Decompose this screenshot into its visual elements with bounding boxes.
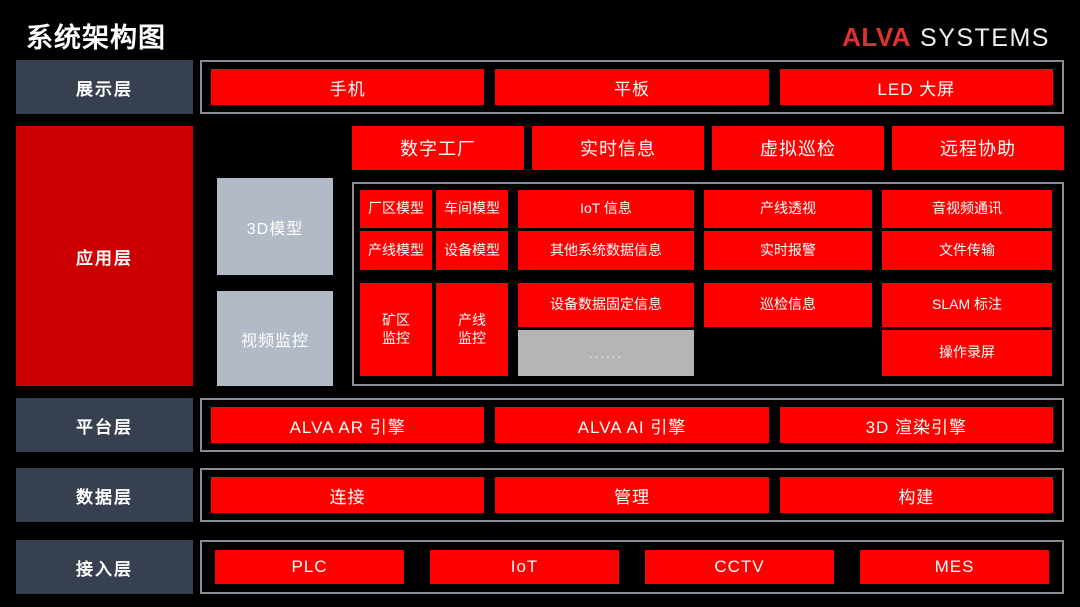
card-access-3[interactable]: MES: [860, 550, 1049, 584]
grid-cell-inspection-info[interactable]: 巡检信息: [704, 283, 872, 327]
grid-cell-mine-monitor[interactable]: 矿区 监控: [360, 283, 432, 376]
grid-cell-plant-model[interactable]: 厂区模型: [360, 190, 432, 228]
grid-info-bottom-block: 设备数据固定信息 ......: [518, 283, 694, 376]
presentation-card-panel: 手机 平板 LED 大屏: [200, 60, 1064, 114]
grid-monitor-block: 矿区 监控 产线 监控: [360, 283, 508, 376]
application-top-cards: 数字工厂 实时信息 虚拟巡检 远程协助: [352, 126, 1064, 170]
layer-label-access: 接入层: [16, 540, 193, 594]
card-platform-0[interactable]: ALVA AR 引擎: [211, 407, 485, 443]
grid-inspect-bottom-block: 巡检信息: [704, 283, 872, 376]
grid-cell-iot-info[interactable]: IoT 信息: [518, 190, 694, 228]
grid-cell-line-monitor[interactable]: 产线 监控: [436, 283, 508, 376]
layer-label-data: 数据层: [16, 468, 193, 522]
diagram-header: 系统架构图 ALVA SYSTEMS: [0, 0, 1080, 56]
layer-label-platform: 平台层: [16, 398, 193, 452]
grid-cell-workshop-model[interactable]: 车间模型: [436, 190, 508, 228]
architecture-diagram: 系统架构图 ALVA SYSTEMS 展示层 手机 平板 LED 大屏 应用层 …: [0, 0, 1080, 607]
grid-cell-realtime-alarm[interactable]: 实时报警: [704, 231, 872, 270]
card-data-2[interactable]: 构建: [779, 477, 1053, 513]
layer-presentation: 展示层 手机 平板 LED 大屏: [0, 60, 1080, 114]
card-access-2[interactable]: CCTV: [645, 550, 834, 584]
card-application-top-2[interactable]: 虚拟巡检: [712, 126, 884, 170]
grid-cell-av-communication[interactable]: 音视频通讯: [882, 190, 1052, 228]
grid-cell-file-transfer[interactable]: 文件传输: [882, 231, 1052, 270]
card-presentation-0[interactable]: 手机: [211, 69, 485, 105]
grid-cell-other-system-data[interactable]: 其他系统数据信息: [518, 231, 694, 270]
card-application-top-1[interactable]: 实时信息: [532, 126, 704, 170]
page-title: 系统架构图: [26, 23, 166, 53]
grid-remote-top-block: 音视频通讯 文件传输: [882, 190, 1052, 270]
grid-inspect-top-block: 产线透视 实时报警: [704, 190, 872, 270]
layer-access: 接入层 PLC IoT CCTV MES: [0, 540, 1080, 594]
layer-label-presentation: 展示层: [16, 60, 193, 114]
grid-model-block: 厂区模型 产线模型 车间模型 设备模型: [360, 190, 508, 270]
card-data-1[interactable]: 管理: [495, 477, 769, 513]
card-presentation-2[interactable]: LED 大屏: [779, 69, 1053, 105]
gray-box-video-monitor[interactable]: 视频监控: [217, 291, 333, 386]
layer-data: 数据层 连接 管理 构建: [0, 468, 1080, 522]
grid-cell-equipment-model[interactable]: 设备模型: [436, 231, 508, 270]
grid-cell-slam-annotation[interactable]: SLAM 标注: [882, 283, 1052, 327]
grid-cell-info-placeholder[interactable]: ......: [518, 330, 694, 376]
logo-word-text: SYSTEMS: [920, 24, 1050, 52]
grid-remote-bottom-block: SLAM 标注 操作录屏: [882, 283, 1052, 376]
grid-cell-line-perspective[interactable]: 产线透视: [704, 190, 872, 228]
layer-label-application: 应用层: [16, 126, 193, 386]
card-access-0[interactable]: PLC: [215, 550, 404, 584]
gray-box-3d-model[interactable]: 3D模型: [217, 178, 333, 275]
data-card-panel: 连接 管理 构建: [200, 468, 1064, 522]
card-platform-2[interactable]: 3D 渲染引擎: [779, 407, 1053, 443]
logo-mark-text: ALVA: [842, 22, 912, 52]
layer-platform: 平台层 ALVA AR 引擎 ALVA AI 引擎 3D 渲染引擎: [0, 398, 1080, 452]
access-card-panel: PLC IoT CCTV MES: [200, 540, 1064, 594]
grid-cell-operation-recording[interactable]: 操作录屏: [882, 330, 1052, 376]
card-platform-1[interactable]: ALVA AI 引擎: [495, 407, 769, 443]
card-application-top-3[interactable]: 远程协助: [892, 126, 1064, 170]
card-presentation-1[interactable]: 平板: [495, 69, 769, 105]
card-access-1[interactable]: IoT: [430, 550, 619, 584]
application-detail-grid: 厂区模型 产线模型 车间模型 设备模型 矿区 监控 产线 监控 IoT 信息 其…: [352, 182, 1064, 386]
card-application-top-0[interactable]: 数字工厂: [352, 126, 524, 170]
grid-cell-production-line-model[interactable]: 产线模型: [360, 231, 432, 270]
card-data-0[interactable]: 连接: [211, 477, 485, 513]
platform-card-panel: ALVA AR 引擎 ALVA AI 引擎 3D 渲染引擎: [200, 398, 1064, 452]
grid-cell-equipment-fixed-data[interactable]: 设备数据固定信息: [518, 283, 694, 327]
grid-info-top-block: IoT 信息 其他系统数据信息: [518, 190, 694, 270]
brand-logo: ALVA SYSTEMS: [842, 22, 1050, 53]
layer-application: 应用层 3D模型 视频监控 数字工厂 实时信息 虚拟巡检 远程协助 厂区模型 产…: [0, 126, 1080, 386]
application-gray-column: 3D模型 视频监控: [217, 126, 333, 386]
